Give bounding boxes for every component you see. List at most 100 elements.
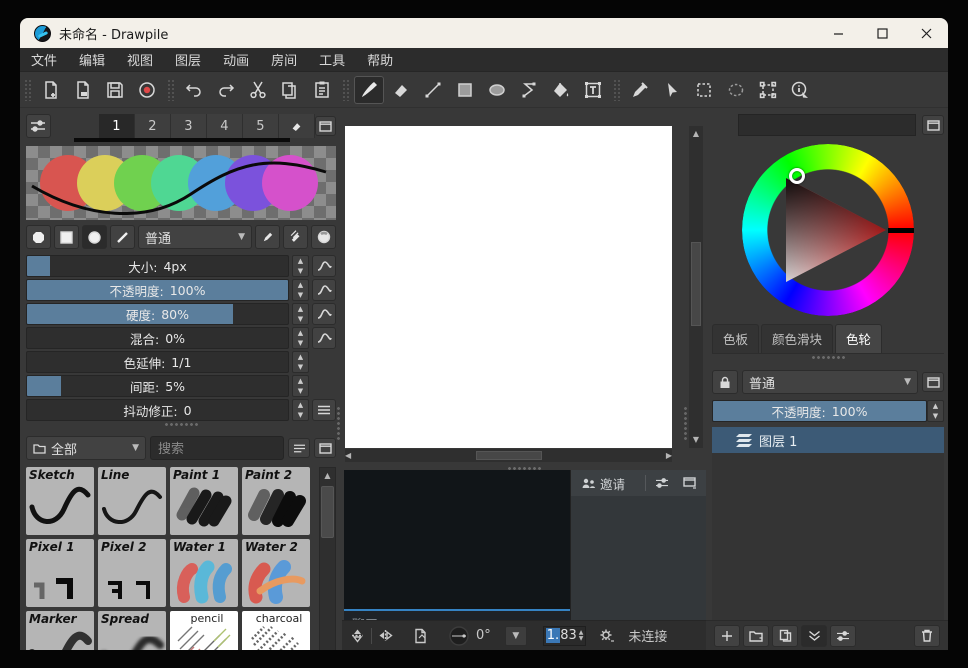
- toolbar-drag-handle[interactable]: [342, 79, 349, 101]
- rectangle-tool-button[interactable]: [450, 76, 480, 104]
- inspect-tool-button[interactable]: [785, 76, 815, 104]
- menu-session[interactable]: 房间: [260, 48, 308, 71]
- color-picker-tool-button[interactable]: [625, 76, 655, 104]
- new-file-button[interactable]: [36, 76, 66, 104]
- spacing-spinner[interactable]: ▲▼: [292, 375, 309, 397]
- bezier-tool-button[interactable]: [514, 76, 544, 104]
- brush-preset-sketch[interactable]: Sketch: [26, 467, 94, 535]
- scroll-right-icon[interactable]: ▶: [666, 448, 672, 464]
- smudge-mode-button[interactable]: [311, 225, 336, 249]
- dock-resize-handle[interactable]: [683, 406, 688, 440]
- add-layer-button[interactable]: [714, 625, 740, 647]
- menu-animation[interactable]: 动画: [212, 48, 260, 71]
- size-slider[interactable]: 大小:4px: [26, 255, 289, 277]
- brush-slot-4[interactable]: 4: [207, 114, 243, 138]
- open-file-button[interactable]: [68, 76, 98, 104]
- zoom-options-button[interactable]: [598, 628, 616, 644]
- layer-lock-button[interactable]: [712, 370, 738, 394]
- brush-search-input[interactable]: [158, 441, 276, 456]
- scroll-up-icon[interactable]: ▲: [324, 468, 330, 484]
- brush-slot-5[interactable]: 5: [243, 114, 279, 138]
- brush-shape-square-button[interactable]: [54, 225, 79, 249]
- eraser-tool-button[interactable]: [386, 76, 416, 104]
- tab-color-sliders[interactable]: 颜色滑块: [761, 324, 833, 353]
- canvas[interactable]: [345, 126, 672, 448]
- toolbar-drag-handle[interactable]: [24, 79, 31, 101]
- menu-view[interactable]: 视图: [116, 48, 164, 71]
- brush-preset-pixel-1[interactable]: Pixel 1: [26, 539, 94, 607]
- brush-preset-paint-1[interactable]: Paint 1: [170, 467, 238, 535]
- eraser-slot-tab[interactable]: [279, 114, 315, 138]
- brush-grid-scrollbar[interactable]: ▲ ▼: [319, 467, 336, 650]
- layer-blend-mode-select[interactable]: 普通 ▼: [742, 370, 918, 394]
- layer-properties-button[interactable]: [830, 625, 856, 647]
- paste-button[interactable]: [307, 76, 337, 104]
- size-curve-button[interactable]: [312, 255, 336, 277]
- scroll-left-icon[interactable]: ◀: [345, 448, 351, 464]
- scrollbar-thumb[interactable]: [476, 451, 542, 460]
- scroll-up-icon[interactable]: ▲: [693, 126, 699, 142]
- brush-preset-pencil[interactable]: pencil: [170, 611, 238, 650]
- layer-opacity-spinner[interactable]: ▲▼: [927, 400, 944, 422]
- opacity-curve-button[interactable]: [312, 279, 336, 301]
- hardness-spinner[interactable]: ▲▼: [292, 303, 309, 325]
- color-pickup-spinner[interactable]: ▲▼: [292, 351, 309, 373]
- brush-shape-round-button[interactable]: [82, 225, 107, 249]
- dock-float-button[interactable]: [314, 438, 336, 458]
- brush-shape-stroke-button[interactable]: [110, 225, 135, 249]
- sv-triangle[interactable]: [763, 165, 893, 295]
- hardness-curve-button[interactable]: [312, 303, 336, 325]
- cut-button[interactable]: [243, 76, 273, 104]
- canvas-horizontal-scrollbar[interactable]: ◀ ▶: [345, 449, 672, 462]
- smudging-spinner[interactable]: ▲▼: [292, 327, 309, 349]
- merge-layer-button[interactable]: [801, 625, 827, 647]
- rect-select-tool-button[interactable]: [689, 76, 719, 104]
- chat-detach-button[interactable]: [678, 473, 702, 494]
- eraser-mode-button[interactable]: [283, 225, 308, 249]
- save-button[interactable]: [100, 76, 130, 104]
- scrollbar-thumb[interactable]: [321, 486, 334, 538]
- color-pickup-slider[interactable]: 色延伸:1/1: [26, 351, 289, 373]
- brush-preset-line[interactable]: Line: [98, 467, 166, 535]
- zoom-spinbox[interactable]: 1.83 ▲▼: [543, 626, 587, 646]
- canvas-background-button[interactable]: [413, 628, 428, 644]
- title-bar[interactable]: 未命名 - Drawpile: [20, 18, 948, 48]
- copy-button[interactable]: [275, 76, 305, 104]
- menu-layer[interactable]: 图层: [164, 48, 212, 71]
- brush-preset-charcoal[interactable]: charcoal: [242, 611, 310, 650]
- add-group-button[interactable]: [743, 625, 769, 647]
- minimize-button[interactable]: [816, 18, 860, 48]
- opacity-slider[interactable]: 不透明度:100%: [26, 279, 289, 301]
- laser-pointer-tool-button[interactable]: [657, 76, 687, 104]
- layer-opacity-slider[interactable]: 不透明度:100%: [712, 400, 927, 422]
- menu-tools[interactable]: 工具: [308, 48, 356, 71]
- brush-settings-button[interactable]: [26, 114, 51, 138]
- close-button[interactable]: [904, 18, 948, 48]
- brush-preset-paint-2[interactable]: Paint 2: [242, 467, 310, 535]
- maximize-button[interactable]: [860, 18, 904, 48]
- rotation-dropdown-button[interactable]: ▼: [505, 626, 527, 646]
- menu-file[interactable]: 文件: [20, 48, 68, 71]
- brush-preset-spread[interactable]: Spread: [98, 611, 166, 650]
- brush-category-select[interactable]: 全部 ▼: [26, 436, 146, 460]
- session-settings-button[interactable]: [650, 473, 674, 494]
- brush-preset-water-2[interactable]: Water 2: [242, 539, 310, 607]
- brush-slot-3[interactable]: 3: [171, 114, 207, 138]
- brush-shape-pixel-button[interactable]: [26, 225, 51, 249]
- line-tool-button[interactable]: [418, 76, 448, 104]
- brush-tool-button[interactable]: [354, 76, 384, 104]
- undo-button[interactable]: [179, 76, 209, 104]
- scrollbar-thumb[interactable]: [691, 242, 701, 326]
- brush-preset-marker[interactable]: Marker: [26, 611, 94, 650]
- toolbar-drag-handle[interactable]: [613, 79, 620, 101]
- hardness-slider[interactable]: 硬度:80%: [26, 303, 289, 325]
- dock-splitter-handle[interactable]: [164, 422, 198, 427]
- brush-preset-water-1[interactable]: Water 1: [170, 539, 238, 607]
- invite-button[interactable]: 邀请: [575, 473, 632, 494]
- stabilizer-spinner[interactable]: ▲▼: [292, 399, 309, 421]
- delete-layer-button[interactable]: [914, 625, 940, 647]
- smudging-slider[interactable]: 混合:0%: [26, 327, 289, 349]
- color-wheel[interactable]: [712, 142, 944, 318]
- smudging-curve-button[interactable]: [312, 327, 336, 349]
- brush-slot-1[interactable]: 1: [99, 114, 135, 138]
